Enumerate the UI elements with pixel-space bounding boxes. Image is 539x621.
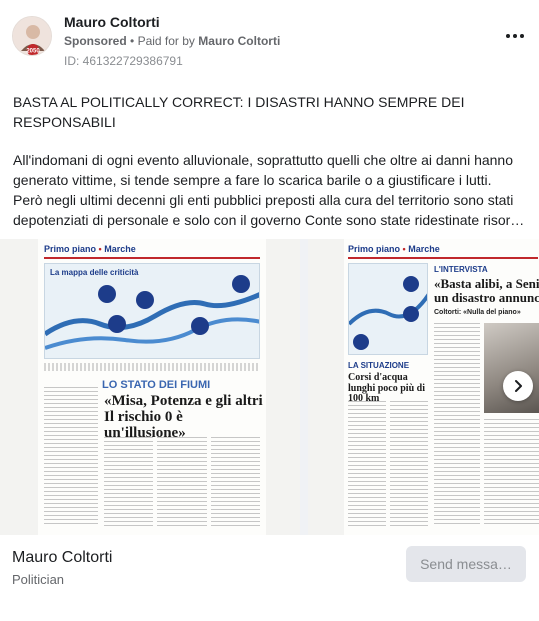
interview-body-columns-2 [484,419,539,527]
river-map-graphic [45,275,259,350]
interview-headline: «Basta alibi, a Senigal un disastro annu… [434,276,539,305]
river-map-small [348,263,428,355]
paid-for-prefix: Paid for by [137,34,195,48]
avatar-year: 2050 [26,49,40,55]
send-message-button[interactable]: Send messa… [406,546,526,582]
article-column-left [44,387,98,527]
situation-box-title: LA SITUAZIONE [348,361,410,370]
avatar-image: 2050 [13,17,51,55]
section-label-2: Primo piano • Marche [348,244,440,254]
ad-id: ID: 461322729386791 [64,54,183,68]
avatar[interactable]: 2050 [12,16,52,56]
chevron-right-icon [515,380,522,392]
river-map: La mappa delle criticità [44,263,260,359]
ad-card: 2050 Mauro Coltorti Sponsored • Paid for… [0,0,539,612]
footer-page-name[interactable]: Mauro Coltorti [12,549,112,567]
ad-footer: Mauro Coltorti Politician Send messa… [0,535,539,612]
more-options-icon[interactable] [503,26,527,46]
post-header: 2050 Mauro Coltorti Sponsored • Paid for… [12,12,527,72]
situation-box-headline: Corsi d'acqua lunghi poco più di 100 km [348,372,425,404]
article-headline: «Misa, Potenza e gli altri Il rischio 0 … [104,393,263,441]
map-caption [44,363,260,371]
article-kicker: LO STATO DEI FIUMI [102,379,211,391]
interview-kicker: L'INTERVISTA [434,265,488,274]
image-carousel[interactable]: Primo piano • Marche La mappa delle crit… [0,239,539,535]
post-headline: BASTA AL POLITICALLY CORRECT: I DISASTRI… [13,94,465,130]
section-rule-2 [348,257,538,259]
interview-byline: Coltorti: «Nulla del piano» [434,309,521,316]
section-rule [44,257,260,259]
sponsored-label: Sponsored [64,34,127,48]
carousel-slide-2[interactable]: Primo piano • Marche L'INTERVISTA «Basta… [308,239,539,535]
interview-body-columns [434,323,480,527]
situation-box-text [348,401,428,527]
post-body: All'indomani di ogni evento alluvionale,… [13,152,525,228]
article-body-columns [104,437,260,527]
carousel-next-button[interactable] [503,371,533,401]
sponsor-line: Sponsored • Paid for by Mauro Coltorti [64,34,280,48]
carousel-slide-1[interactable]: Primo piano • Marche La mappa delle crit… [0,239,300,535]
paid-for-by: Mauro Coltorti [198,34,281,48]
section-label: Primo piano • Marche [44,244,136,254]
meta-separator: • [130,34,138,48]
river-map-small-graphic [349,276,427,350]
author-name[interactable]: Mauro Coltorti [64,14,160,30]
newspaper-page-1: Primo piano • Marche La mappa delle crit… [38,239,266,535]
footer-page-category: Politician [12,572,65,587]
